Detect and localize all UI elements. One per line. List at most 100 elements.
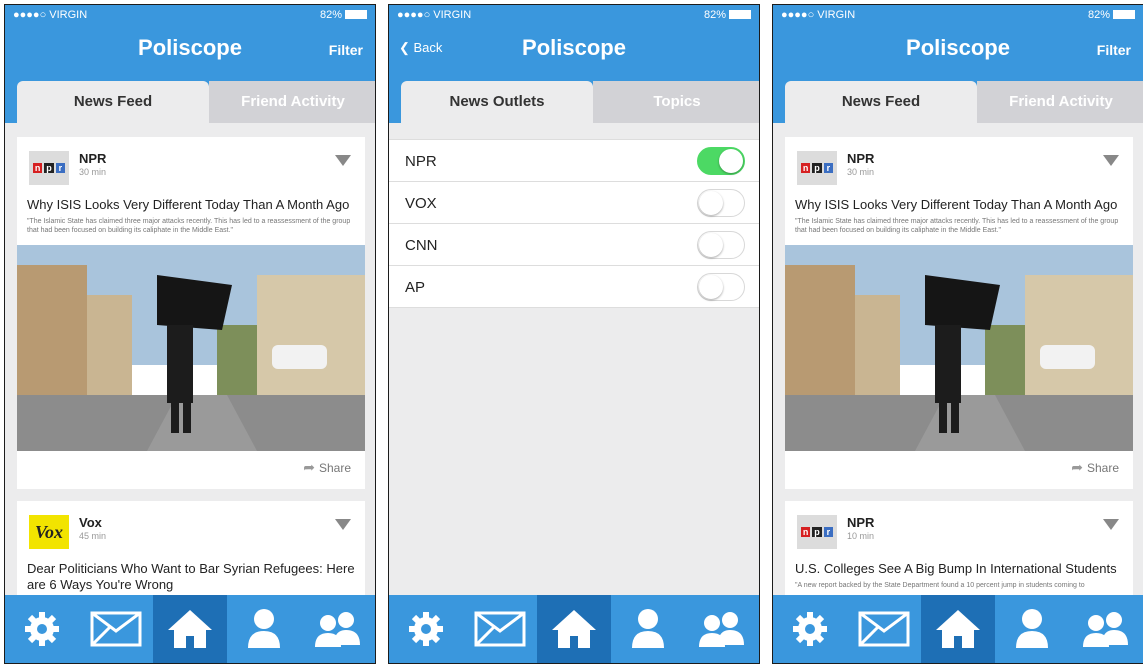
npr-logo-r: r xyxy=(55,163,65,173)
article-time: 30 min xyxy=(79,167,107,177)
app-title: Poliscope xyxy=(906,35,1010,60)
tab-friends[interactable] xyxy=(301,595,375,663)
npr-logo: n p r xyxy=(29,151,69,185)
article-photo-image xyxy=(17,245,365,451)
home-icon xyxy=(936,610,980,648)
tab-friends[interactable] xyxy=(685,595,759,663)
tab-news-feed[interactable]: News Feed xyxy=(785,81,977,123)
gear-icon xyxy=(409,612,443,646)
tab-home[interactable] xyxy=(153,595,227,663)
outlet-toggle[interactable] xyxy=(697,147,745,175)
article-time: 30 min xyxy=(847,167,875,177)
chevron-down-icon[interactable] xyxy=(1103,519,1119,530)
group-icon xyxy=(315,612,360,647)
outlet-name: CNN xyxy=(405,237,438,254)
share-button[interactable]: ➦ Share xyxy=(303,459,351,476)
status-bar: ●●●●○ VIRGIN 82% xyxy=(781,9,1135,23)
tab-profile[interactable] xyxy=(995,595,1069,663)
gear-icon xyxy=(25,612,59,646)
share-button[interactable]: ➦ Share xyxy=(1071,459,1119,476)
share-label: Share xyxy=(318,461,351,475)
article-photo[interactable] xyxy=(785,245,1133,451)
app-header: ●●●●○ VIRGIN 82% ❮ Back Poliscope xyxy=(389,5,759,77)
npr-logo-p: p xyxy=(812,163,822,173)
battery-indicator: 82% xyxy=(320,9,367,21)
filter-tabs: News Outlets Topics xyxy=(389,77,759,123)
tab-friends[interactable] xyxy=(1069,595,1143,663)
group-icon xyxy=(699,612,744,647)
tab-home[interactable] xyxy=(537,595,611,663)
tab-messages[interactable] xyxy=(463,595,537,663)
battery-indicator: 82% xyxy=(1088,9,1135,21)
tab-news-feed[interactable]: News Feed xyxy=(17,81,209,123)
tab-news-outlets[interactable]: News Outlets xyxy=(401,81,593,123)
share-label: Share xyxy=(1086,461,1119,475)
battery-percent: 82% xyxy=(1087,9,1110,21)
article-headline[interactable]: Why ISIS Looks Very Different Today Than… xyxy=(795,197,1123,213)
battery-icon xyxy=(729,10,751,19)
article-headline[interactable]: U.S. Colleges See A Big Bump In Internat… xyxy=(795,561,1123,577)
chevron-down-icon[interactable] xyxy=(335,519,351,530)
npr-logo-p: p xyxy=(44,163,54,173)
toggle-knob xyxy=(699,233,723,257)
npr-logo-p: p xyxy=(812,527,822,537)
article-headline[interactable]: Dear Politicians Who Want to Bar Syrian … xyxy=(27,561,355,593)
battery-percent: 82% xyxy=(703,9,726,21)
bottom-tab-bar xyxy=(5,595,375,663)
article-source: NPR xyxy=(847,151,875,166)
mail-icon xyxy=(858,611,910,647)
phone-screen-filter: ●●●●○ VIRGIN 82% ❮ Back Poliscope News O… xyxy=(388,4,760,664)
npr-logo: n p r xyxy=(797,151,837,185)
article-photo[interactable] xyxy=(17,245,365,451)
chevron-down-icon[interactable] xyxy=(1103,155,1119,166)
npr-logo-n: n xyxy=(33,163,43,173)
outlet-name: VOX xyxy=(405,195,437,212)
bottom-tab-bar xyxy=(773,595,1143,663)
battery-indicator: 82% xyxy=(704,9,751,21)
outlet-name: NPR xyxy=(405,153,437,170)
battery-icon xyxy=(345,10,367,19)
outlet-row: VOX xyxy=(389,182,759,224)
article-headline[interactable]: Why ISIS Looks Very Different Today Than… xyxy=(27,197,355,213)
filter-button[interactable]: Filter xyxy=(1097,42,1131,58)
article-photo-image xyxy=(785,245,1133,451)
article-quote: "A new report backed by the State Depart… xyxy=(795,582,1085,589)
article-card[interactable]: n p r NPR 30 min Why ISIS Looks Very Dif… xyxy=(17,137,365,489)
battery-icon xyxy=(1113,10,1135,19)
article-card[interactable]: n p r NPR 10 min U.S. Colleges See A Big… xyxy=(785,501,1133,601)
status-bar: ●●●●○ VIRGIN 82% xyxy=(397,9,751,23)
tab-settings[interactable] xyxy=(773,595,847,663)
filter-button[interactable]: Filter xyxy=(329,42,363,58)
group-icon xyxy=(1083,612,1128,647)
tab-settings[interactable] xyxy=(389,595,463,663)
carrier-label: ●●●●○ VIRGIN xyxy=(397,9,472,21)
phone-screen-news-feed: ●●●●○ VIRGIN 82% Poliscope Filter News F… xyxy=(4,4,376,664)
app-title: Poliscope xyxy=(522,35,626,60)
tab-friend-activity[interactable]: Friend Activity xyxy=(977,81,1143,123)
chevron-down-icon[interactable] xyxy=(335,155,351,166)
toggle-knob xyxy=(699,275,723,299)
bottom-tab-bar xyxy=(389,595,759,663)
app-title: Poliscope xyxy=(138,35,242,60)
tab-profile[interactable] xyxy=(611,595,685,663)
tab-messages[interactable] xyxy=(79,595,153,663)
tab-home[interactable] xyxy=(921,595,995,663)
carrier-label: ●●●●○ VIRGIN xyxy=(13,9,88,21)
article-card[interactable]: Vox Vox 45 min Dear Politicians Who Want… xyxy=(17,501,365,601)
tab-friend-activity[interactable]: Friend Activity xyxy=(209,81,375,123)
tab-settings[interactable] xyxy=(5,595,79,663)
tab-messages[interactable] xyxy=(847,595,921,663)
outlet-toggle[interactable] xyxy=(697,231,745,259)
outlet-row: CNN xyxy=(389,224,759,266)
npr-logo-r: r xyxy=(823,163,833,173)
outlet-toggle[interactable] xyxy=(697,189,745,217)
outlet-toggle[interactable] xyxy=(697,273,745,301)
outlet-name: AP xyxy=(405,279,426,296)
share-icon: ➦ xyxy=(1071,459,1083,475)
tab-topics[interactable]: Topics xyxy=(593,81,759,123)
user-icon xyxy=(248,609,280,648)
toggle-knob xyxy=(699,191,723,215)
tab-profile[interactable] xyxy=(227,595,301,663)
user-icon xyxy=(1016,609,1048,648)
article-card[interactable]: n p r NPR 30 min Why ISIS Looks Very Dif… xyxy=(785,137,1133,489)
